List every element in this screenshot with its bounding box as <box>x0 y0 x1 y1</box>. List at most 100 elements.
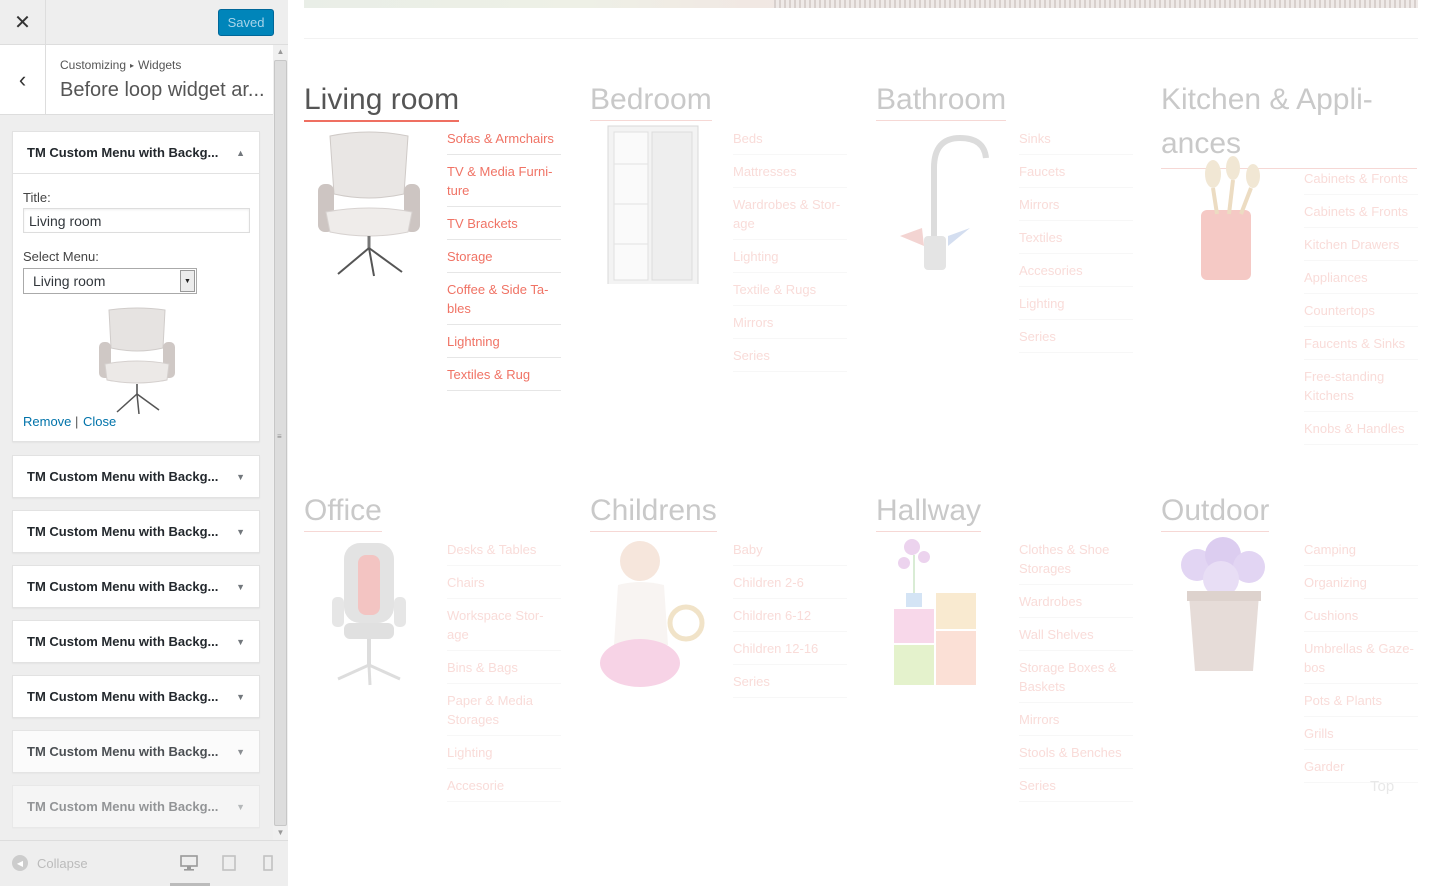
widget-custom-menu[interactable]: TM Custom Menu with Backg... ▼ <box>12 620 260 663</box>
expand-arrow-icon[interactable]: ▼ <box>236 692 245 702</box>
category-title[interactable]: Childrens <box>590 493 717 532</box>
category-title[interactable]: Outdoor <box>1161 493 1270 532</box>
category-link[interactable]: Organizing <box>1304 566 1418 599</box>
expand-arrow-icon[interactable]: ▼ <box>236 582 245 592</box>
category-link[interactable]: Mattresses <box>733 155 847 188</box>
close-link[interactable]: Close <box>83 414 116 429</box>
widget-custom-menu[interactable]: TM Custom Menu with Backg... ▼ <box>12 785 260 828</box>
category-link[interactable]: Series <box>733 665 847 698</box>
category-link[interactable]: Countertops <box>1304 294 1418 327</box>
category-link[interactable]: Camping <box>1304 533 1418 566</box>
category-link[interactable]: Appliances <box>1304 261 1418 294</box>
category-link[interactable]: Garder <box>1304 750 1418 783</box>
category-link[interactable]: Wardrobes & Stor-age <box>733 188 847 240</box>
category-link[interactable]: Lighting <box>1019 287 1133 320</box>
category-title[interactable]: Bathroom <box>876 82 1007 121</box>
category-link[interactable]: Lighting <box>733 240 847 273</box>
collapse-arrow-icon[interactable]: ▲ <box>236 148 245 158</box>
widget-header[interactable]: TM Custom Menu with Backg... ▼ <box>13 566 259 607</box>
widget-custom-menu[interactable]: TM Custom Menu with Backg... ▼ <box>12 510 260 553</box>
expand-arrow-icon[interactable]: ▼ <box>236 747 245 757</box>
category-link[interactable]: Knobs & Handles <box>1304 412 1418 445</box>
scroll-down-icon[interactable]: ▼ <box>273 826 288 840</box>
category-link[interactable]: Textile & Rugs <box>733 273 847 306</box>
category-link[interactable]: Series <box>1019 320 1133 353</box>
category-link[interactable]: Storage <box>447 240 561 273</box>
category-link[interactable]: Faucets <box>1019 155 1133 188</box>
mobile-preview-icon[interactable] <box>259 854 277 872</box>
widget-header[interactable]: TM Custom Menu with Backg... ▼ <box>13 786 259 827</box>
expand-arrow-icon[interactable]: ▼ <box>236 472 245 482</box>
category-link[interactable]: Cabinets & Fronts <box>1304 162 1418 195</box>
category-link[interactable]: Umbrellas & Gaze-bos <box>1304 632 1418 684</box>
widget-header[interactable]: TM Custom Menu with Backg... ▼ <box>13 621 259 662</box>
category-link[interactable]: Accesories <box>1019 254 1133 287</box>
widget-header[interactable]: TM Custom Menu with Backg... ▲ <box>13 132 259 174</box>
category-link[interactable]: Baby <box>733 533 847 566</box>
expand-arrow-icon[interactable]: ▼ <box>236 802 245 812</box>
widget-header[interactable]: TM Custom Menu with Backg... ▼ <box>13 511 259 552</box>
collapse-button[interactable]: ◀ Collapse <box>12 855 88 871</box>
category-link[interactable]: Beds <box>733 122 847 155</box>
category-link[interactable]: Series <box>733 339 847 372</box>
chevron-down-icon[interactable]: ▼ <box>180 270 195 292</box>
category-link[interactable]: TV Brackets <box>447 207 561 240</box>
back-icon[interactable]: ‹ <box>0 45 46 115</box>
category-link[interactable]: Textiles <box>1019 221 1133 254</box>
category-link[interactable]: Lighting <box>447 736 561 769</box>
category-link[interactable]: TV & Media Furni-ture <box>447 155 561 207</box>
category-link[interactable]: Free-standing Kitchens <box>1304 360 1418 412</box>
saved-button[interactable]: Saved <box>218 9 274 36</box>
expand-arrow-icon[interactable]: ▼ <box>236 527 245 537</box>
category-link[interactable]: Chairs <box>447 566 561 599</box>
category-link[interactable]: Mirrors <box>1019 703 1133 736</box>
category-title[interactable]: Living room <box>304 82 460 122</box>
select-menu-dropdown[interactable]: Living room ▼ <box>23 268 197 294</box>
category-link[interactable]: Grills <box>1304 717 1418 750</box>
widget-custom-menu[interactable]: TM Custom Menu with Backg... ▼ <box>12 565 260 608</box>
category-link[interactable]: Wardrobes <box>1019 585 1133 618</box>
category-link[interactable]: Lightning <box>447 325 561 358</box>
category-link[interactable]: Accesorie <box>447 769 561 802</box>
widget-custom-menu[interactable]: TM Custom Menu with Backg... ▼ <box>12 455 260 498</box>
to-top-link[interactable]: Top <box>1370 778 1394 795</box>
category-link[interactable]: Paper & Media Storages <box>447 684 561 736</box>
category-link[interactable]: Cabinets & Fronts <box>1304 195 1418 228</box>
category-title[interactable]: Office <box>304 493 382 532</box>
close-icon[interactable]: ✕ <box>0 0 46 45</box>
category-link[interactable]: Wall Shelves <box>1019 618 1133 651</box>
category-link[interactable]: Storage Boxes & Baskets <box>1019 651 1133 703</box>
widget-custom-menu[interactable]: TM Custom Menu with Backg... ▼ <box>12 730 260 773</box>
expand-arrow-icon[interactable]: ▼ <box>236 637 245 647</box>
remove-link[interactable]: Remove <box>23 414 71 429</box>
category-link[interactable]: Workspace Stor-age <box>447 599 561 651</box>
category-link[interactable]: Stools & Benches <box>1019 736 1133 769</box>
category-link[interactable]: Sinks <box>1019 122 1133 155</box>
widget-header[interactable]: TM Custom Menu with Backg... ▼ <box>13 676 259 717</box>
category-link[interactable]: Sofas & Armchairs <box>447 122 561 155</box>
category-link[interactable]: Mirrors <box>733 306 847 339</box>
category-link[interactable]: Bins & Bags <box>447 651 561 684</box>
category-link[interactable]: Desks & Tables <box>447 533 561 566</box>
category-link[interactable]: Pots & Plants <box>1304 684 1418 717</box>
category-link[interactable]: Clothes & Shoe Storages <box>1019 533 1133 585</box>
category-link[interactable]: Children 12-16 <box>733 632 847 665</box>
tablet-preview-icon[interactable] <box>220 854 238 872</box>
widget-header[interactable]: TM Custom Menu with Backg... ▼ <box>13 731 259 772</box>
category-link[interactable]: Children 6-12 <box>733 599 847 632</box>
sidebar-scrollbar[interactable]: ▲ ≡ ▼ <box>273 45 288 840</box>
category-link[interactable]: Cushions <box>1304 599 1418 632</box>
widget-header[interactable]: TM Custom Menu with Backg... ▼ <box>13 456 259 497</box>
scrollbar-thumb[interactable]: ≡ <box>274 60 287 826</box>
category-link[interactable]: Mirrors <box>1019 188 1133 221</box>
widget-custom-menu[interactable]: TM Custom Menu with Backg... ▼ <box>12 675 260 718</box>
category-link[interactable]: Children 2-6 <box>733 566 847 599</box>
title-input[interactable] <box>23 208 250 233</box>
scroll-up-icon[interactable]: ▲ <box>273 45 288 59</box>
category-link[interactable]: Textiles & Rug <box>447 358 561 391</box>
category-title[interactable]: Bedroom <box>590 82 712 121</box>
category-link[interactable]: Coffee & Side Ta-bles <box>447 273 561 325</box>
category-link[interactable]: Series <box>1019 769 1133 802</box>
desktop-preview-icon[interactable] <box>180 854 198 872</box>
category-link[interactable]: Kitchen Drawers <box>1304 228 1418 261</box>
